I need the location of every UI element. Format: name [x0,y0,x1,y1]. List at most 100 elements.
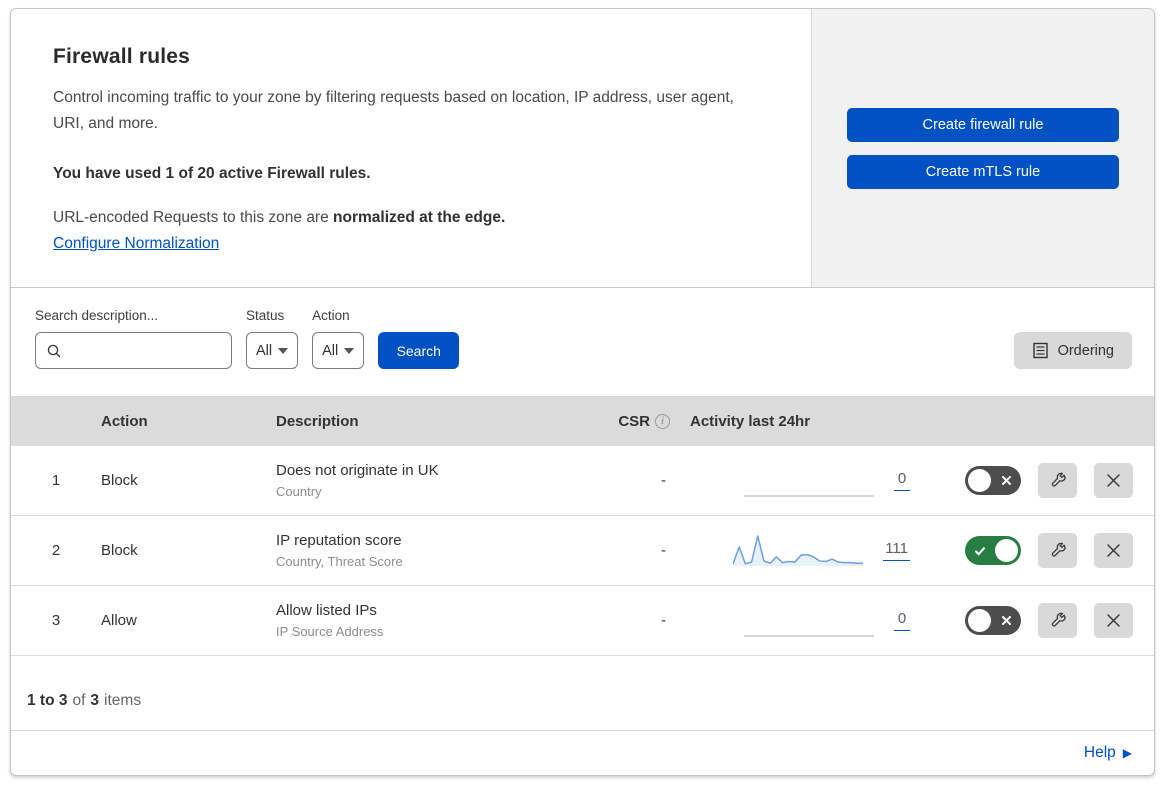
filter-bar: Search description... Status All Action … [11,288,1154,396]
list-icon [1032,342,1048,359]
page-title: Firewall rules [53,45,191,68]
check-icon [974,536,986,565]
item-range: 1 to 3 [27,692,68,709]
toggle-knob [968,609,991,632]
rule-enabled-toggle[interactable] [965,536,1021,565]
delete-rule-button[interactable] [1094,463,1133,498]
rule-priority: 3 [51,612,61,629]
rule-fields-text: Country [276,484,322,499]
rule-description-text: Allow listed IPs [276,602,377,619]
action-dropdown[interactable]: All [312,332,365,369]
rule-fields-text: Country, Threat Score [276,554,403,569]
search-button[interactable]: Search [378,332,460,369]
rule-activity: 0 [674,604,922,638]
status-label: Status [246,308,285,323]
info-icon[interactable]: i [655,413,670,429]
rule-csr-value: - [661,612,666,629]
rule-csr-value: - [661,472,666,489]
normalization-note: URL-encoded Requests to this zone are no… [53,209,771,227]
of-text: of [72,692,86,709]
column-action: Action [101,412,148,430]
column-activity: Activity last 24hr [690,412,811,430]
toggle-knob [968,469,991,492]
header-section: Firewall rules Control incoming traffic … [11,9,1154,288]
status-filter-field: Status All [246,308,299,369]
header-actions-panel: Create firewall rule Create mTLS rule [811,9,1154,287]
x-icon [1001,606,1012,635]
activity-sparkline [744,464,874,498]
edit-rule-button[interactable] [1038,463,1077,498]
rule-description: Does not originate in UK Country [276,462,588,499]
rule-action: Block [101,542,138,559]
help-link[interactable]: Help ▶ [1084,744,1132,762]
rule-activity: 111 [674,534,922,568]
close-icon [1107,614,1120,627]
column-csr: CSR i [588,413,674,430]
status-dropdown[interactable]: All [246,332,299,369]
edit-rule-button[interactable] [1038,603,1077,638]
header-content: Firewall rules Control incoming traffic … [11,9,811,287]
create-mtls-rule-button[interactable]: Create mTLS rule [847,154,1119,189]
item-total: 3 [90,692,100,709]
rule-enabled-toggle[interactable] [965,466,1021,495]
rule-controls [922,463,1154,498]
page-description: Control incoming traffic to your zone by… [53,89,734,132]
column-csr-label: CSR [618,412,650,430]
rules-table: Action Description CSR i Activity last 2… [11,396,1154,731]
rule-action: Block [101,472,138,489]
usage-summary: You have used 1 of 20 active Firewall ru… [53,165,371,182]
search-label: Search description... [35,308,159,323]
create-firewall-rule-button[interactable]: Create firewall rule [847,107,1119,142]
configure-normalization-link[interactable]: Configure Normalization [53,235,219,253]
search-icon [47,344,61,357]
toggle-knob [995,539,1018,562]
rule-fields-text: IP Source Address [276,624,384,639]
normalization-bold-text: normalized at the edge. [333,209,506,226]
rule-description-text: Does not originate in UK [276,462,439,479]
chevron-down-icon [344,347,355,354]
rule-action: Allow [101,612,137,629]
rule-csr-value: - [661,542,666,559]
table-row: 3 Allow Allow listed IPs IP Source Addre… [11,586,1154,656]
search-input-wrapper[interactable] [35,332,232,369]
action-dropdown-value: All [322,342,339,359]
items-text: items [104,692,142,709]
ordering-button-label: Ordering [1057,342,1114,359]
ordering-button[interactable]: Ordering [1013,332,1132,369]
wrench-icon [1051,542,1066,557]
action-filter-field: Action All [312,308,365,369]
table-header-row: Action Description CSR i Activity last 2… [11,396,1154,446]
delete-rule-button[interactable] [1094,533,1133,568]
close-icon [1107,544,1120,557]
search-input[interactable] [70,342,221,359]
activity-sparkline [732,534,864,568]
column-description: Description [276,412,359,430]
x-icon [1001,466,1012,495]
activity-sparkline [744,604,874,638]
firewall-rules-card: Firewall rules Control incoming traffic … [10,8,1155,776]
rule-controls [922,603,1154,638]
close-icon [1107,474,1120,487]
rule-controls [922,533,1154,568]
arrow-right-icon: ▶ [1122,746,1132,760]
search-field: Search description... [35,308,232,369]
rule-activity: 0 [674,464,922,498]
help-link-label: Help [1083,744,1116,761]
activity-count-link[interactable]: 111 [883,540,910,561]
normalization-text: URL-encoded Requests to this zone are [53,209,334,226]
status-dropdown-value: All [256,342,273,359]
edit-rule-button[interactable] [1038,533,1077,568]
rule-description: IP reputation score Country, Threat Scor… [276,532,588,569]
rule-priority: 1 [51,472,61,489]
delete-rule-button[interactable] [1094,603,1133,638]
rule-description-text: IP reputation score [276,532,402,549]
rule-enabled-toggle[interactable] [965,606,1021,635]
rule-description: Allow listed IPs IP Source Address [276,602,588,639]
table-row: 2 Block IP reputation score Country, Thr… [11,516,1154,586]
table-row: 1 Block Does not originate in UK Country… [11,446,1154,516]
chevron-down-icon [278,347,289,354]
wrench-icon [1051,472,1066,487]
rule-priority: 2 [51,542,61,559]
activity-count-link[interactable]: 0 [894,610,910,631]
activity-count-link[interactable]: 0 [894,470,910,491]
